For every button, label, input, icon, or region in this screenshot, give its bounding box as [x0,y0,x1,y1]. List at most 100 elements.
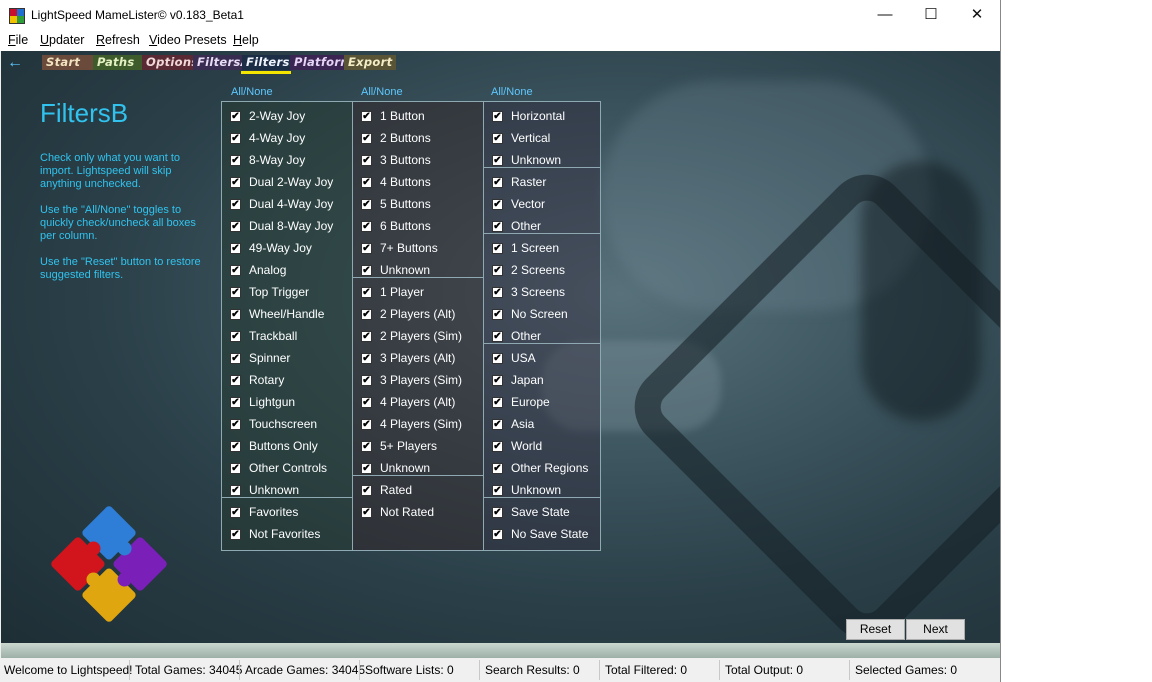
checkbox-checked-icon[interactable]: ✔ [230,242,241,254]
filter-checkbox[interactable]: ✔ 3 Players (Alt) [361,349,455,367]
tab-export[interactable]: Export [344,55,396,70]
filter-checkbox[interactable]: ✔ Horizontal [492,107,565,125]
reset-button[interactable]: Reset [846,619,905,640]
filter-checkbox[interactable]: ✔ 2 Players (Sim) [361,327,462,345]
filter-checkbox[interactable]: ✔ 3 Buttons [361,151,431,169]
checkbox-checked-icon[interactable]: ✔ [361,264,372,276]
checkbox-checked-icon[interactable]: ✔ [230,154,241,166]
checkbox-checked-icon[interactable]: ✔ [230,198,241,210]
checkbox-checked-icon[interactable]: ✔ [492,484,503,496]
filter-checkbox[interactable]: ✔ 2 Buttons [361,129,431,147]
maximize-button[interactable]: ☐ [908,0,954,30]
tab-start[interactable]: Start [42,55,99,70]
filter-checkbox[interactable]: ✔ Wheel/Handle [230,305,324,323]
filter-checkbox[interactable]: ✔ No Screen [492,305,568,323]
checkbox-checked-icon[interactable]: ✔ [361,506,372,518]
checkbox-checked-icon[interactable]: ✔ [492,132,503,144]
checkbox-checked-icon[interactable]: ✔ [492,330,503,342]
filter-checkbox[interactable]: ✔ Not Rated [361,503,434,521]
checkbox-checked-icon[interactable]: ✔ [230,418,241,430]
filter-checkbox[interactable]: ✔ Europe [492,393,550,411]
filter-checkbox[interactable]: ✔ Unknown [492,481,561,499]
filter-checkbox[interactable]: ✔ No Save State [492,525,588,543]
checkbox-checked-icon[interactable]: ✔ [361,330,372,342]
filter-checkbox[interactable]: ✔ 1 Button [361,107,425,125]
filter-checkbox[interactable]: ✔ Top Trigger [230,283,309,301]
filter-checkbox[interactable]: ✔ Favorites [230,503,298,521]
filter-checkbox[interactable]: ✔ Unknown [492,151,561,169]
checkbox-checked-icon[interactable]: ✔ [230,440,241,452]
checkbox-checked-icon[interactable]: ✔ [492,242,503,254]
filter-checkbox[interactable]: ✔ Other [492,217,541,235]
filter-checkbox[interactable]: ✔ Asia [492,415,534,433]
filter-checkbox[interactable]: ✔ 8-Way Joy [230,151,305,169]
checkbox-checked-icon[interactable]: ✔ [230,396,241,408]
checkbox-checked-icon[interactable]: ✔ [230,462,241,474]
minimize-button[interactable]: — [862,0,908,30]
filter-checkbox[interactable]: ✔ 4 Players (Alt) [361,393,455,411]
filter-checkbox[interactable]: ✔ Not Favorites [230,525,320,543]
all-none-toggle-col2[interactable]: All/None [361,86,403,98]
tab-platform[interactable]: Platform [290,55,352,70]
filter-checkbox[interactable]: ✔ 1 Screen [492,239,559,257]
menu-file[interactable]: File [8,33,28,47]
filter-checkbox[interactable]: ✔ 4 Buttons [361,173,431,191]
filter-checkbox[interactable]: ✔ Raster [492,173,546,191]
filter-checkbox[interactable]: ✔ Trackball [230,327,297,345]
checkbox-checked-icon[interactable]: ✔ [230,352,241,364]
filter-checkbox[interactable]: ✔ Vertical [492,129,550,147]
checkbox-checked-icon[interactable]: ✔ [492,528,503,540]
filter-checkbox[interactable]: ✔ Other Controls [230,459,327,477]
menu-refresh[interactable]: Refresh [96,33,140,47]
filter-checkbox[interactable]: ✔ 49-Way Joy [230,239,312,257]
filter-checkbox[interactable]: ✔ Buttons Only [230,437,318,455]
title-bar[interactable]: LightSpeed MameLister© v0.183_Beta1 — ☐ … [0,0,1000,30]
checkbox-checked-icon[interactable]: ✔ [492,418,503,430]
checkbox-checked-icon[interactable]: ✔ [230,264,241,276]
checkbox-checked-icon[interactable]: ✔ [361,352,372,364]
checkbox-checked-icon[interactable]: ✔ [492,220,503,232]
checkbox-checked-icon[interactable]: ✔ [230,220,241,232]
filter-checkbox[interactable]: ✔ Unknown [230,481,299,499]
filter-checkbox[interactable]: ✔ Dual 2-Way Joy [230,173,333,191]
filter-checkbox[interactable]: ✔ 3 Players (Sim) [361,371,462,389]
checkbox-checked-icon[interactable]: ✔ [230,528,241,540]
checkbox-checked-icon[interactable]: ✔ [361,110,372,122]
filter-checkbox[interactable]: ✔ Unknown [361,459,430,477]
checkbox-checked-icon[interactable]: ✔ [230,176,241,188]
checkbox-checked-icon[interactable]: ✔ [492,308,503,320]
filter-checkbox[interactable]: ✔ Spinner [230,349,290,367]
checkbox-checked-icon[interactable]: ✔ [230,330,241,342]
filter-checkbox[interactable]: ✔ Vector [492,195,545,213]
checkbox-checked-icon[interactable]: ✔ [492,374,503,386]
filter-checkbox[interactable]: ✔ Japan [492,371,544,389]
filter-checkbox[interactable]: ✔ USA [492,349,536,367]
checkbox-checked-icon[interactable]: ✔ [492,110,503,122]
menu-updater[interactable]: Updater [40,33,84,47]
checkbox-checked-icon[interactable]: ✔ [361,176,372,188]
checkbox-checked-icon[interactable]: ✔ [492,440,503,452]
filter-checkbox[interactable]: ✔ 6 Buttons [361,217,431,235]
checkbox-checked-icon[interactable]: ✔ [492,198,503,210]
tab-paths[interactable]: Paths [93,55,144,70]
filter-checkbox[interactable]: ✔ 4 Players (Sim) [361,415,462,433]
checkbox-checked-icon[interactable]: ✔ [230,506,241,518]
checkbox-checked-icon[interactable]: ✔ [361,132,372,144]
checkbox-checked-icon[interactable]: ✔ [361,462,372,474]
next-button[interactable]: Next [906,619,965,640]
filter-checkbox[interactable]: ✔ Dual 4-Way Joy [230,195,333,213]
filter-checkbox[interactable]: ✔ Other [492,327,541,345]
checkbox-checked-icon[interactable]: ✔ [361,286,372,298]
filter-checkbox[interactable]: ✔ 4-Way Joy [230,129,305,147]
filter-checkbox[interactable]: ✔ 2-Way Joy [230,107,305,125]
checkbox-checked-icon[interactable]: ✔ [230,308,241,320]
all-none-toggle-col1[interactable]: All/None [231,86,273,98]
filter-checkbox[interactable]: ✔ Rated [361,481,412,499]
filter-checkbox[interactable]: ✔ Unknown [361,261,430,279]
checkbox-checked-icon[interactable]: ✔ [361,308,372,320]
filter-checkbox[interactable]: ✔ World [492,437,542,455]
checkbox-checked-icon[interactable]: ✔ [230,286,241,298]
close-button[interactable]: ✕ [954,0,1000,30]
all-none-toggle-col3[interactable]: All/None [491,86,533,98]
menu-help[interactable]: Help [233,33,259,47]
